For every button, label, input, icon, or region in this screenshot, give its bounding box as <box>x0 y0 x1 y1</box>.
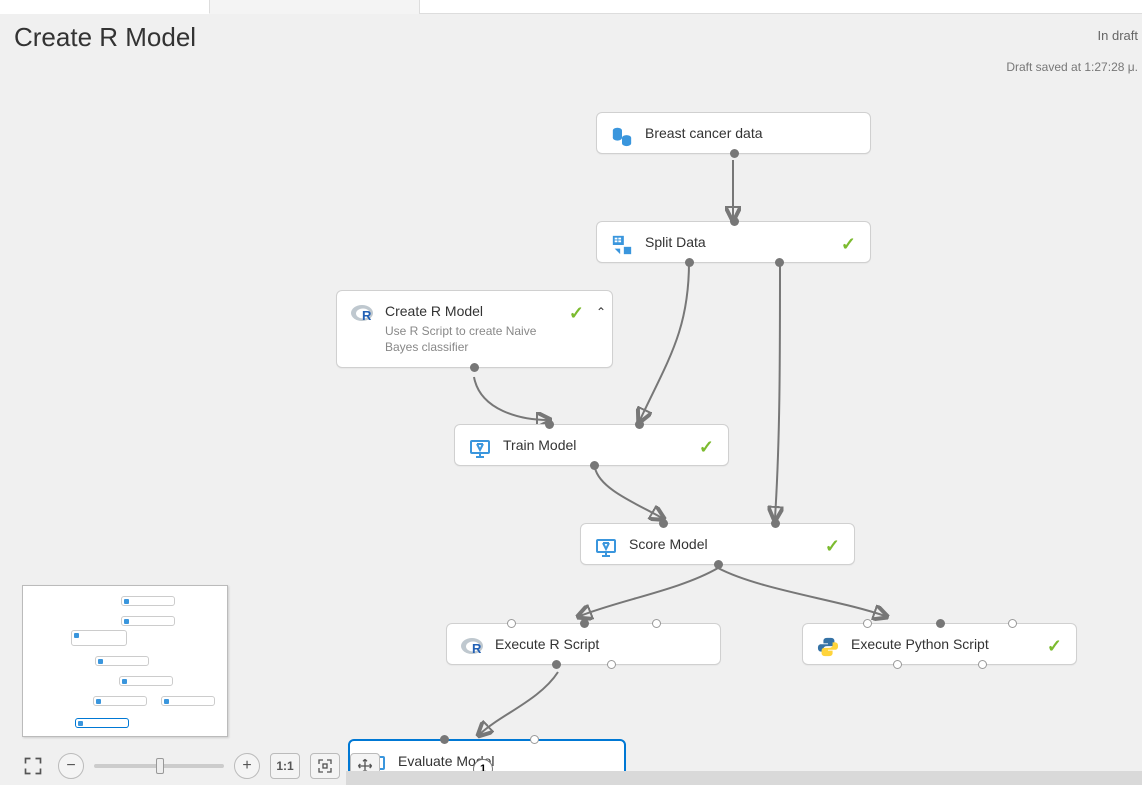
split-icon <box>609 232 635 258</box>
node-train-model[interactable]: Train Model ✓ <box>454 424 729 466</box>
database-icon <box>609 123 635 149</box>
zoom-slider[interactable] <box>94 764 224 768</box>
node-label: Execute R Script <box>495 636 704 652</box>
output-port-1[interactable] <box>552 660 561 669</box>
mini-node <box>161 696 215 706</box>
node-label: Split Data <box>645 234 854 250</box>
input-port[interactable] <box>730 217 739 226</box>
python-icon <box>815 634 841 660</box>
input-port-3[interactable] <box>1008 619 1017 628</box>
fit-to-screen-button[interactable] <box>310 753 340 779</box>
node-execute-r-script[interactable]: R Execute R Script <box>446 623 721 665</box>
zoom-thumb[interactable] <box>156 758 164 774</box>
zoom-actual-button[interactable]: 1:1 <box>270 753 300 779</box>
input-port-1[interactable] <box>545 420 554 429</box>
check-icon: ✓ <box>569 303 584 324</box>
output-port[interactable] <box>470 363 479 372</box>
r-icon: R <box>349 301 375 327</box>
output-port[interactable] <box>714 560 723 569</box>
fullscreen-icon[interactable] <box>18 753 48 779</box>
node-execute-python-script[interactable]: Execute Python Script ✓ <box>802 623 1077 665</box>
score-model-icon <box>593 534 619 560</box>
node-split-data[interactable]: Split Data ✓ <box>596 221 871 263</box>
zoom-out-button[interactable]: − <box>58 753 84 779</box>
input-port-1[interactable] <box>507 619 516 628</box>
node-label: Evaluate Model <box>398 753 608 769</box>
mini-node-selected <box>75 718 129 728</box>
node-create-r-model[interactable]: R Create R Model Use R Script to create … <box>336 290 613 368</box>
node-label: Create R Model <box>385 303 572 319</box>
output-port-2[interactable] <box>978 660 987 669</box>
mini-node <box>119 676 173 686</box>
bottom-toolbar: − + 1:1 <box>18 753 380 779</box>
input-port-1[interactable] <box>863 619 872 628</box>
input-port-2[interactable] <box>771 519 780 528</box>
minimap[interactable] <box>22 585 228 737</box>
node-description: Use R Script to create Naive Bayes class… <box>385 323 565 355</box>
node-label: Execute Python Script <box>851 636 1060 652</box>
input-port-3[interactable] <box>652 619 661 628</box>
check-icon: ✓ <box>699 437 714 458</box>
output-port[interactable] <box>730 149 739 158</box>
zoom-in-button[interactable]: + <box>234 753 260 779</box>
node-score-model[interactable]: Score Model ✓ <box>580 523 855 565</box>
input-port-1[interactable] <box>440 735 449 744</box>
input-port-2[interactable] <box>635 420 644 429</box>
chevron-up-icon[interactable]: ⌃ <box>596 305 612 319</box>
output-port-1[interactable] <box>893 660 902 669</box>
horizontal-scrollbar[interactable] <box>346 771 1142 785</box>
input-port-1[interactable] <box>659 519 668 528</box>
node-label: Score Model <box>629 536 838 552</box>
output-port-2[interactable] <box>607 660 616 669</box>
svg-text:R: R <box>472 641 482 656</box>
mini-node <box>121 616 175 626</box>
mini-node <box>93 696 147 706</box>
input-port-2[interactable] <box>580 619 589 628</box>
check-icon: ✓ <box>841 234 856 255</box>
output-port-2[interactable] <box>775 258 784 267</box>
mini-node <box>71 630 127 646</box>
mini-node <box>121 596 175 606</box>
output-port[interactable] <box>590 461 599 470</box>
svg-text:R: R <box>362 308 372 323</box>
train-model-icon <box>467 435 493 461</box>
check-icon: ✓ <box>1047 636 1062 657</box>
input-port-2[interactable] <box>936 619 945 628</box>
node-label: Breast cancer data <box>645 125 854 141</box>
check-icon: ✓ <box>825 536 840 557</box>
node-label: Train Model <box>503 437 712 453</box>
input-port-2[interactable] <box>530 735 539 744</box>
output-port-1[interactable] <box>685 258 694 267</box>
mini-node <box>95 656 149 666</box>
node-breast-cancer-data[interactable]: Breast cancer data <box>596 112 871 154</box>
r-icon: R <box>459 634 485 660</box>
